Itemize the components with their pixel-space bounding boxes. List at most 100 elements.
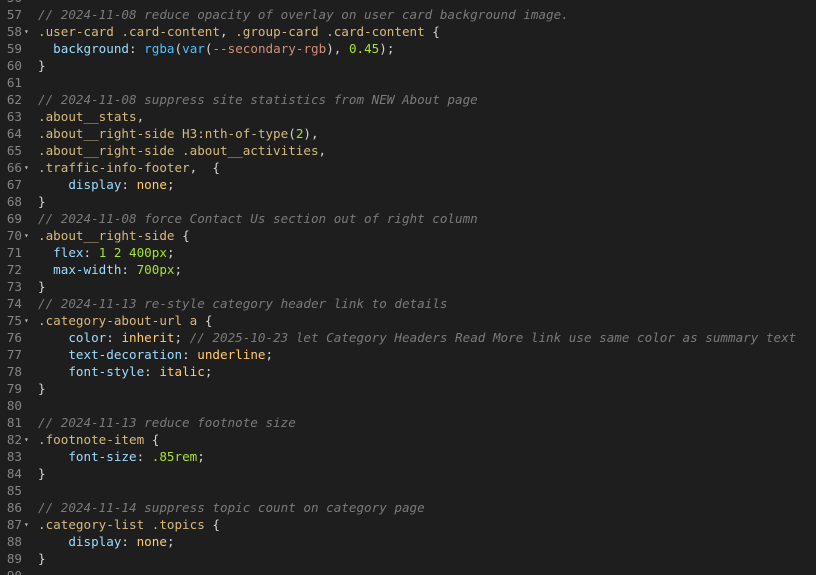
css-function: rgba — [144, 41, 175, 56]
code-content: } — [38, 380, 46, 397]
code-punctuation: : — [136, 449, 152, 464]
code-line[interactable]: 67 display: none; — [0, 176, 816, 193]
chevron-down-icon[interactable]: ▾ — [24, 159, 32, 176]
code-line[interactable]: 80 — [0, 397, 816, 414]
css-variable: --secondary-rgb — [212, 41, 327, 56]
code-punctuation: ; — [204, 364, 213, 379]
line-number: 69 — [6, 211, 22, 226]
css-property: text-decoration — [68, 347, 183, 362]
code-line[interactable]: 62 // 2024-11-08 suppress site statistics… — [0, 91, 816, 108]
code-line[interactable]: 85 — [0, 482, 816, 499]
line-number: 62 — [6, 92, 22, 107]
code-line[interactable]: 72 max-width: 700px; — [0, 261, 816, 278]
code-lines[interactable]: 5657// 2024-11-08 reduce opacity of over… — [0, 0, 816, 575]
code-comment: // 2024-11-08 force Contact Us section o… — [38, 211, 478, 226]
code-line[interactable]: 86 // 2024-11-14 suppress topic count on … — [0, 499, 816, 516]
code-line[interactable]: 90 — [0, 567, 816, 575]
chevron-down-icon[interactable]: ▾ — [24, 312, 32, 329]
code-line[interactable]: 70 ▾ .about__right-side { — [0, 227, 816, 244]
code-punctuation: : — [129, 41, 145, 56]
code-line[interactable]: 59 background: rgba(var(--secondary-rgb)… — [0, 40, 816, 57]
code-content: font-size: .85rem; — [38, 448, 205, 465]
code-line[interactable]: 87 ▾ .category-list .topics { — [0, 516, 816, 533]
code-punctuation: : — [182, 347, 198, 362]
css-number-value: 1 2 400px — [98, 245, 167, 260]
code-line[interactable]: 82 ▾ .footnote-item { — [0, 431, 816, 448]
code-line[interactable]: 73} — [0, 278, 816, 295]
code-line[interactable]: 68} — [0, 193, 816, 210]
code-line[interactable]: 78 font-style: italic; — [0, 363, 816, 380]
line-number: 65 — [6, 143, 22, 158]
code-content: } — [38, 550, 46, 567]
css-function: var — [182, 41, 205, 56]
code-line[interactable]: 66 ▾ .traffic-info-footer, { — [0, 159, 816, 176]
code-line[interactable]: 74 // 2024-11-13 re-style category header… — [0, 295, 816, 312]
css-selector: .footnote-item — [38, 432, 145, 447]
line-number: 74 — [6, 296, 22, 311]
line-number: 86 — [6, 500, 22, 515]
line-number: 68 — [6, 194, 22, 209]
code-line[interactable]: 57 // 2024-11-08 reduce opacity of overla… — [0, 6, 816, 23]
code-punctuation: ; — [166, 177, 175, 192]
code-line[interactable]: 89} — [0, 550, 816, 567]
chevron-down-icon[interactable]: ▾ — [24, 516, 32, 533]
line-number: 87 — [6, 517, 22, 532]
code-line[interactable]: 79} — [0, 380, 816, 397]
code-punctuation: , — [136, 109, 145, 124]
line-number: 70 — [6, 228, 22, 243]
code-punctuation: : — [144, 364, 160, 379]
code-content: } — [38, 57, 46, 74]
code-punctuation: } — [38, 381, 46, 396]
code-punctuation: ; — [265, 347, 274, 362]
css-property: background — [53, 41, 129, 56]
code-line[interactable]: 65 .about__right-side .about__activities, — [0, 142, 816, 159]
code-line[interactable]: 83 font-size: .85rem; — [0, 448, 816, 465]
line-number: 57 — [6, 7, 22, 22]
chevron-down-icon[interactable]: ▾ — [24, 23, 32, 40]
code-line[interactable]: 60} — [0, 57, 816, 74]
code-line[interactable]: 64 .about__right-side H3:nth-of-type(2), — [0, 125, 816, 142]
code-punctuation: : — [106, 330, 122, 345]
code-line[interactable]: 63 .about__stats, — [0, 108, 816, 125]
code-line[interactable]: 58 ▾ .user-card .card-content, .group-card… — [0, 23, 816, 40]
css-number-value: 0.45 — [348, 41, 380, 56]
code-line[interactable]: 81 // 2024-11-13 reduce footnote size — [0, 414, 816, 431]
css-keyword-value: inherit — [121, 330, 175, 345]
chevron-down-icon[interactable]: ▾ — [24, 227, 32, 244]
code-punctuation: { — [174, 228, 190, 243]
code-line[interactable]: 69 // 2024-11-08 force Contact Us section… — [0, 210, 816, 227]
code-punctuation: { — [144, 432, 160, 447]
code-punctuation: } — [38, 58, 46, 73]
line-number: 79 — [6, 381, 22, 396]
line-number: 80 — [6, 398, 22, 413]
code-line[interactable]: 75 ▾ .category-about-url a { — [0, 312, 816, 329]
css-property: max-width — [53, 262, 122, 277]
code-line[interactable]: 88 display: none; — [0, 533, 816, 550]
line-number: 73 — [6, 279, 22, 294]
css-keyword-value: none — [136, 177, 167, 192]
code-punctuation: { — [197, 313, 213, 328]
code-punctuation: , { — [189, 160, 220, 175]
chevron-down-icon[interactable]: ▾ — [24, 431, 32, 448]
code-punctuation: : — [121, 177, 137, 192]
code-editor[interactable]: 5657// 2024-11-08 reduce opacity of over… — [0, 0, 816, 575]
code-line[interactable]: 84} — [0, 465, 816, 482]
code-line[interactable]: 71 flex: 1 2 400px; — [0, 244, 816, 261]
line-number: 59 — [6, 41, 22, 56]
code-content: // 2024-11-08 force Contact Us section o… — [38, 210, 478, 227]
line-number: 85 — [6, 483, 22, 498]
css-property: font-size — [68, 449, 137, 464]
code-line[interactable]: 61 — [0, 74, 816, 91]
code-line[interactable]: 77 text-decoration: underline; — [0, 346, 816, 363]
code-content: text-decoration: underline; — [38, 346, 273, 363]
css-selector: .about__right-side .about__activities — [38, 143, 319, 158]
code-content: flex: 1 2 400px; — [38, 244, 174, 261]
css-selector: .traffic-info-footer — [38, 160, 190, 175]
code-line[interactable]: 76 color: inherit; // 2025-10-23 let Cat… — [0, 329, 816, 346]
code-content: // 2024-11-13 reduce footnote size — [38, 414, 296, 431]
